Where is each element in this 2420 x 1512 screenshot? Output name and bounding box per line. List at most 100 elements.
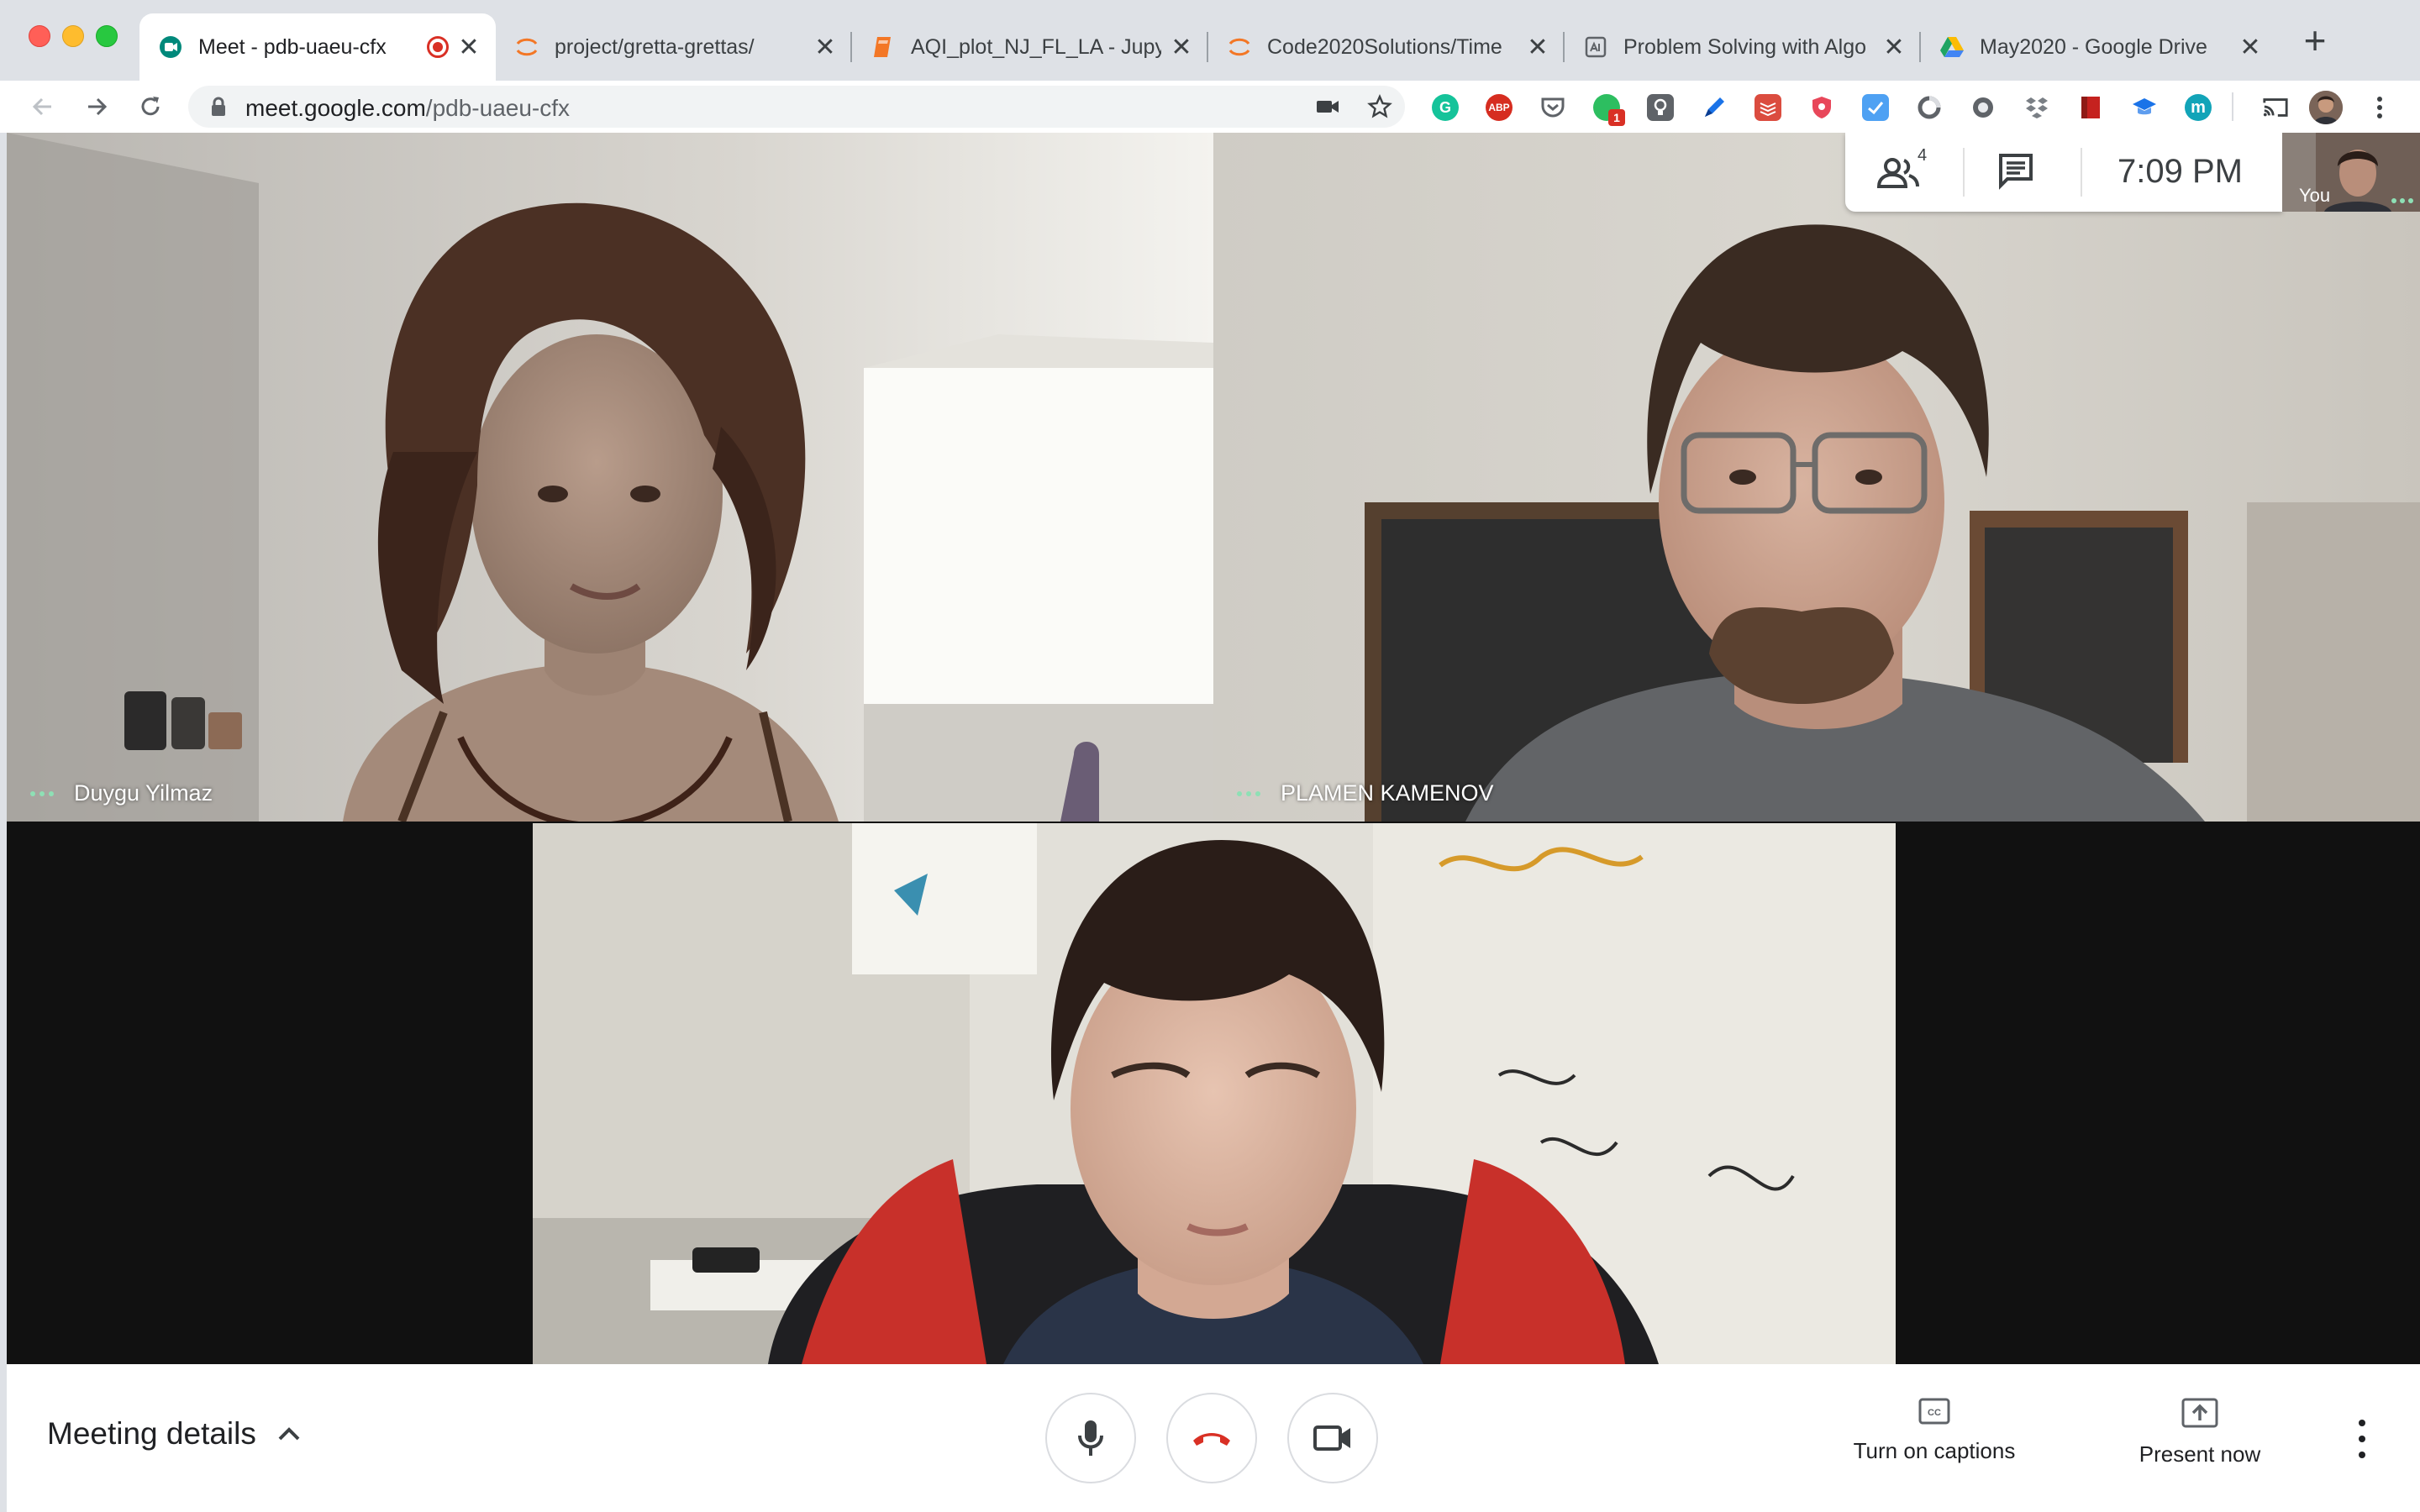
jupyter-icon: [1227, 34, 1252, 60]
tab-meet[interactable]: Meet - pdb-uaeu-cfx ✕: [139, 13, 496, 81]
close-icon[interactable]: ✕: [457, 34, 481, 61]
close-icon[interactable]: ✕: [1170, 34, 1193, 61]
tab-title: May2020 - Google Drive: [1980, 34, 2207, 59]
chat-button[interactable]: [1996, 151, 2039, 193]
tab-project-gretta[interactable]: project/gretta-grettas/ ✕: [496, 13, 852, 81]
disc-icon[interactable]: [1970, 94, 1996, 121]
participant-video: [1213, 133, 2420, 822]
participant-name-tag: PLAMEN KAMENOV: [1237, 780, 1494, 806]
camera-icon[interactable]: [1314, 93, 1341, 120]
checkmark-icon[interactable]: [1862, 94, 1889, 121]
url-text: meet.google.com/pdb-uaeu-cfx: [245, 95, 570, 122]
tab-google-drive[interactable]: May2020 - Google Drive ✕: [1921, 13, 2277, 81]
close-icon[interactable]: ✕: [1526, 34, 1549, 61]
google-drive-icon: [1939, 34, 1965, 60]
reload-icon: [141, 97, 160, 116]
meeting-info-panel: 4 7:09 PM: [1845, 133, 2282, 212]
arrow-right-icon: [88, 97, 108, 116]
people-button[interactable]: 4: [1877, 146, 1931, 193]
meeting-details-label: Meeting details: [47, 1416, 256, 1451]
tab-title: Code2020Solutions/Time: [1267, 34, 1502, 59]
toolbar-divider: [2232, 92, 2233, 121]
tab-title: Problem Solving with Algo: [1623, 34, 1867, 59]
closed-captions-icon: CC: [1918, 1398, 1950, 1425]
microphone-button[interactable]: [1045, 1393, 1136, 1483]
graduation-cap-icon[interactable]: [2131, 94, 2158, 121]
url-host: meet.google.com: [245, 95, 426, 121]
meet-video-area: Duygu Yilmaz PLAMEN KAMENOV 4 7:09 PM Yo…: [7, 133, 2420, 1364]
captions-button[interactable]: CC Turn on captions: [1839, 1398, 2030, 1464]
people-icon: [1877, 158, 1919, 188]
tab-title: project/gretta-grettas/: [555, 34, 755, 59]
close-icon[interactable]: ✕: [1882, 34, 1906, 61]
audio-indicator-icon: [1237, 790, 1260, 796]
google-meet-icon: [158, 34, 183, 60]
window-minimize-button[interactable]: [62, 25, 84, 47]
tab-title: Meet - pdb-uaeu-cfx: [198, 34, 387, 59]
participant-video: [7, 133, 1213, 822]
video-camera-icon: [1313, 1425, 1350, 1451]
present-now-button[interactable]: Present now: [2124, 1398, 2275, 1467]
participant-tile-duygu[interactable]: Duygu Yilmaz: [7, 133, 1213, 822]
tab-problem-solving[interactable]: Problem Solving with Algo ✕: [1565, 13, 1921, 81]
profile-avatar[interactable]: [2309, 91, 2343, 124]
forward-button[interactable]: [77, 87, 116, 126]
self-options-icon[interactable]: [2391, 198, 2413, 203]
shield-icon[interactable]: [1808, 94, 1835, 121]
url-path: /pdb-uaeu-cfx: [425, 95, 571, 121]
tab-code2020[interactable]: Code2020Solutions/Time ✕: [1208, 13, 1565, 81]
panel-divider: [1963, 148, 1965, 197]
evernote-icon[interactable]: 1: [1593, 94, 1625, 126]
reload-button[interactable]: [131, 87, 170, 126]
jupyter-icon: [514, 34, 539, 60]
address-bar[interactable]: meet.google.com/pdb-uaeu-cfx: [188, 86, 1405, 128]
close-icon[interactable]: ✕: [2238, 34, 2262, 61]
chat-icon: [1999, 154, 2033, 190]
bookmark-star-icon[interactable]: [1366, 93, 1393, 120]
captions-label: Turn on captions: [1853, 1438, 2016, 1463]
close-icon[interactable]: ✕: [813, 34, 837, 61]
self-view-tile[interactable]: You: [2282, 133, 2420, 212]
svg-text:CC: CC: [1928, 1408, 1941, 1418]
window-close-button[interactable]: [29, 25, 50, 47]
tab-strip: Meet - pdb-uaeu-cfx ✕ project/gretta-gre…: [0, 0, 2420, 81]
microphone-icon: [1078, 1420, 1103, 1456]
camera-button[interactable]: [1287, 1393, 1378, 1483]
back-button[interactable]: [24, 87, 62, 126]
tab-title: AQI_plot_NJ_FL_LA - Jupy: [911, 34, 1161, 59]
meeting-clock: 7:09 PM: [2118, 153, 2243, 190]
cast-icon[interactable]: [2262, 94, 2289, 121]
participant-tile-plamen[interactable]: PLAMEN KAMENOV: [1213, 133, 2420, 822]
grammarly-icon[interactable]: G: [1432, 94, 1459, 121]
document-icon: [1583, 34, 1608, 60]
adblock-plus-icon[interactable]: ABP: [1486, 94, 1512, 121]
pocket-icon[interactable]: [1539, 94, 1566, 121]
m-circle-icon[interactable]: m: [2185, 94, 2212, 121]
participant-video: [533, 823, 1896, 1364]
more-options-button[interactable]: [2349, 1420, 2375, 1458]
pen-icon[interactable]: [1701, 94, 1728, 121]
lightbulb-icon[interactable]: [1647, 94, 1674, 121]
bookmark-red-icon[interactable]: [2077, 94, 2104, 121]
chrome-menu-button[interactable]: [2371, 94, 2388, 121]
todoist-icon[interactable]: [1754, 94, 1781, 121]
participant-tile-3[interactable]: [533, 823, 1896, 1364]
participant-name: PLAMEN KAMENOV: [1281, 780, 1494, 806]
notebook-icon: [871, 34, 896, 60]
meeting-details-button[interactable]: Meeting details: [47, 1416, 302, 1452]
participant-name: Duygu Yilmaz: [74, 780, 213, 806]
end-call-button[interactable]: [1166, 1393, 1257, 1483]
participant-name-tag: Duygu Yilmaz: [30, 780, 213, 806]
circle-ring-icon[interactable]: [1916, 94, 1943, 121]
recording-icon: [427, 36, 449, 58]
dropbox-icon[interactable]: [2023, 94, 2050, 121]
people-count: 4: [1918, 146, 1928, 165]
new-tab-button[interactable]: +: [2296, 21, 2334, 60]
panel-divider: [2081, 148, 2082, 197]
self-label: You: [2299, 185, 2331, 206]
present-screen-icon: [2181, 1398, 2218, 1428]
window-maximize-button[interactable]: [96, 25, 118, 47]
meet-control-bar: Meeting details CC Turn on captions Pres…: [7, 1364, 2420, 1512]
tab-aqi-plot[interactable]: AQI_plot_NJ_FL_LA - Jupy ✕: [852, 13, 1208, 81]
lock-icon: [212, 97, 225, 116]
